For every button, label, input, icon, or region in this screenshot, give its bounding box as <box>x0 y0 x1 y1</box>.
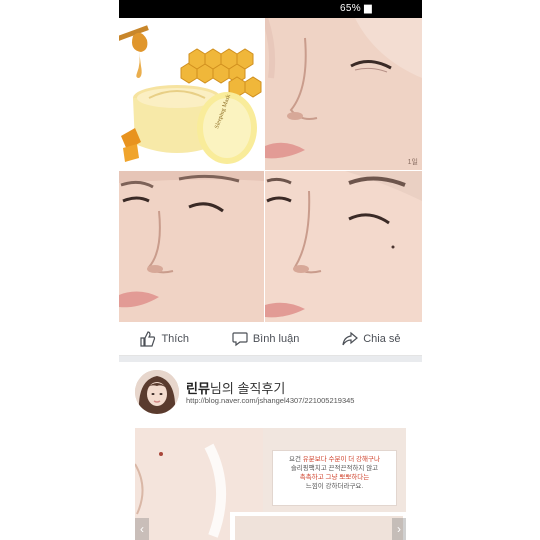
share-button[interactable]: Chia sẻ <box>342 331 401 347</box>
share-label: Chia sẻ <box>363 332 401 345</box>
status-bar: 65% ▆ <box>119 0 422 18</box>
phone-screen: 65% ▆ Sleeping Mask 1일 Thích Bình luận C… <box>119 0 422 540</box>
quote-line1-highlight: 유분보다 수분이 더 강해구나 <box>302 456 380 463</box>
thumbs-up-icon <box>140 330 156 347</box>
photo-grid: Sleeping Mask 1일 <box>119 18 422 322</box>
like-button[interactable]: Thích <box>140 330 189 347</box>
like-label: Thích <box>161 332 189 345</box>
author-name[interactable]: 린뮤 <box>186 381 210 396</box>
quote-line1-pre: 요건 <box>289 456 303 463</box>
next-image-button[interactable]: › <box>392 518 406 540</box>
post-title-suffix: 님의 솔직후기 <box>209 381 286 396</box>
review-post: 린뮤님의 솔직후기 http://blog.naver.com/jshangel… <box>119 362 422 540</box>
review-quote-box: 요건 유분보다 수분이 더 강해구나 슬리핑팩치고 끈적끈적하지 않고 촉촉하고… <box>272 450 397 506</box>
comment-button[interactable]: Bình luận <box>232 331 299 347</box>
review-image[interactable]: 요건 유분보다 수분이 더 강해구나 슬리핑팩치고 끈적끈적하지 않고 촉촉하고… <box>135 428 406 540</box>
comparison-face-photo-left[interactable] <box>119 171 264 322</box>
previous-image-button[interactable]: ‹ <box>135 518 149 540</box>
avatar[interactable] <box>135 370 179 414</box>
product-photo[interactable]: Sleeping Mask <box>119 18 264 170</box>
comparison-face-photo-right[interactable] <box>265 171 422 322</box>
day-label: 1일 <box>407 159 418 166</box>
battery-indicator: 65% ▆ <box>340 3 372 14</box>
comment-label: Bình luận <box>252 332 300 345</box>
blog-url-link[interactable]: http://blog.naver.com/jshangel4307/22100… <box>186 396 354 405</box>
action-bar: Thích Bình luận Chia sẻ <box>119 322 422 356</box>
speech-bubble-icon <box>232 331 248 346</box>
quote-line2: 슬리핑팩치고 끈적끈적하지 않고 <box>290 465 379 472</box>
post-title: 린뮤님의 솔직후기 <box>186 378 285 397</box>
quote-line4: 느낌이 강하더라구요. <box>305 483 364 490</box>
before-face-photo[interactable]: 1일 <box>265 18 422 170</box>
quote-line3-highlight: 촉촉하고 그냥 뽀뽀하다는 <box>299 474 370 481</box>
share-arrow-icon <box>342 331 359 345</box>
